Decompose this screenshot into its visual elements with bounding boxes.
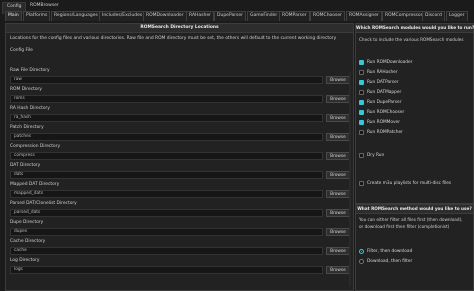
cache-dir-input[interactable]: cache — [10, 247, 323, 255]
download-then-filter-label: Download, then filter — [367, 259, 413, 264]
ra-hash-dir-label: RA Hash Directory — [10, 106, 50, 111]
patch-dir-input[interactable]: patches — [10, 133, 323, 141]
filter-then-download-label: Filter, then download — [367, 249, 413, 254]
tab-romdownloader[interactable]: ROMDownloader — [143, 11, 187, 21]
mapped-dat-dir-input[interactable]: mapped_dats — [10, 190, 323, 198]
tab-platforms[interactable]: Platforms — [23, 11, 51, 21]
tab-dupeparser[interactable]: DupeParser — [214, 11, 247, 21]
dupe-dir-input[interactable]: dupes — [10, 228, 323, 236]
left-scrollbar[interactable] — [349, 72, 351, 287]
run-rompatcher-label: Run ROMPatcher — [367, 130, 403, 135]
modules-header: Which ROMSearch modules would you like t… — [356, 24, 474, 33]
run-rahasher-label: Run RAHasher — [367, 70, 398, 75]
dupe-dir-browse-button[interactable]: Browse — [326, 228, 350, 236]
tab-includes-excludes[interactable]: Includes/Excludes — [99, 11, 146, 21]
run-romdownloader-label: Run ROMDownloader — [367, 60, 413, 65]
patch-dir-browse-button[interactable]: Browse — [326, 133, 350, 141]
run-datmapper-checkbox[interactable] — [359, 90, 364, 95]
parsed-dat-dir-input[interactable]: parsed_dats — [10, 209, 323, 217]
rom-dir-input[interactable]: roms — [10, 95, 323, 103]
tab-discord[interactable]: Discord — [422, 11, 445, 21]
tab-main[interactable]: Main — [5, 11, 22, 21]
log-dir-label: Log Directory — [10, 258, 40, 263]
dat-dir-label: DAT Directory — [10, 163, 41, 168]
tab-logger[interactable]: Logger — [446, 11, 468, 21]
compression-dir-browse-button[interactable]: Browse — [326, 152, 350, 160]
tab-rahasher[interactable]: RAHasher — [186, 11, 214, 21]
method-description-line-1: You can either filter all files first (t… — [359, 217, 463, 222]
method-panel: What ROMSearch method would you like to … — [355, 204, 474, 291]
run-dupeparser-label: Run DupeParser — [367, 100, 402, 105]
rom-dir-label: ROM Directory — [10, 87, 42, 92]
tab-romparser[interactable]: ROMParser — [279, 11, 310, 21]
dupe-dir-label: Dupe Directory — [10, 220, 44, 225]
run-rahasher-checkbox[interactable] — [359, 70, 364, 75]
rom-dir-browse-button[interactable]: Browse — [326, 95, 350, 103]
tab-regions-languages[interactable]: Regions/Languages — [51, 11, 101, 21]
create-m3u-checkbox[interactable] — [359, 181, 364, 186]
patch-dir-label: Patch Directory — [10, 125, 44, 130]
modules-hint: Check to include the various ROMSearch m… — [359, 37, 464, 42]
directory-description: Locations for the config files and vario… — [10, 36, 337, 41]
raw-dir-browse-button[interactable]: Browse — [326, 76, 350, 84]
method-header: What ROMSearch method would you like to … — [356, 205, 473, 214]
run-rommover-checkbox[interactable] — [359, 120, 364, 125]
mapped-dat-dir-label: Mapped DAT Directory — [10, 182, 60, 187]
parsed-dat-dir-browse-button[interactable]: Browse — [326, 209, 350, 217]
cache-dir-label: Cache Directory — [10, 239, 46, 244]
directory-locations-header: ROMSearch Directory Locations — [6, 24, 353, 33]
create-m3u-label: Create m3u playlists for multi-disc file… — [367, 181, 452, 186]
directory-locations-panel: ROMSearch Directory Locations Locations … — [5, 23, 354, 291]
cache-dir-browse-button[interactable]: Browse — [326, 247, 350, 255]
tab-romcompressor[interactable]: ROMCompressor — [382, 11, 426, 21]
config-file-label: Config File — [10, 48, 33, 53]
run-romchooser-checkbox[interactable] — [359, 110, 364, 115]
run-romchooser-label: Run ROMChooser — [367, 110, 405, 115]
modules-panel: Which ROMSearch modules would you like t… — [355, 23, 474, 204]
tab-gamefinder[interactable]: GameFinder — [247, 11, 281, 21]
tab-strip: Main Platforms Regions/Languages Include… — [3, 11, 474, 21]
method-description-line-2: or download first then filter (completio… — [359, 224, 450, 229]
run-datparser-label: Run DATParser — [367, 80, 399, 85]
run-datparser-checkbox[interactable] — [359, 80, 364, 85]
run-datmapper-label: Run DATMapper — [367, 90, 402, 95]
run-rommover-label: Run ROMMover — [367, 120, 400, 125]
run-dupeparser-checkbox[interactable] — [359, 100, 364, 105]
dry-run-checkbox[interactable] — [359, 153, 364, 158]
ra-hash-dir-browse-button[interactable]: Browse — [326, 114, 350, 122]
log-dir-browse-button[interactable]: Browse — [326, 266, 350, 274]
filter-then-download-radio[interactable] — [359, 249, 364, 254]
dry-run-label: Dry Run — [367, 153, 385, 158]
compression-dir-input[interactable]: compress — [10, 152, 323, 160]
ra-hash-dir-input[interactable]: ra_hash — [10, 114, 323, 122]
run-romdownloader-checkbox[interactable] — [359, 60, 364, 65]
log-dir-input[interactable]: logs — [10, 266, 323, 274]
mapped-dat-dir-browse-button[interactable]: Browse — [326, 190, 350, 198]
dat-dir-input[interactable]: dats — [10, 171, 323, 179]
raw-dir-input[interactable]: raw — [10, 76, 323, 84]
parsed-dat-dir-label: Parsed DAT/Clonelist Directory — [10, 201, 77, 206]
dat-dir-browse-button[interactable]: Browse — [326, 171, 350, 179]
compression-dir-label: Compression Directory — [10, 144, 61, 149]
raw-dir-label: Raw File Directory — [10, 68, 50, 73]
download-then-filter-radio[interactable] — [359, 259, 364, 264]
tab-romchooser[interactable]: ROMChooser — [310, 11, 346, 21]
run-rompatcher-checkbox[interactable] — [359, 130, 364, 135]
tab-romassigner[interactable]: ROMAssigner — [346, 11, 382, 21]
